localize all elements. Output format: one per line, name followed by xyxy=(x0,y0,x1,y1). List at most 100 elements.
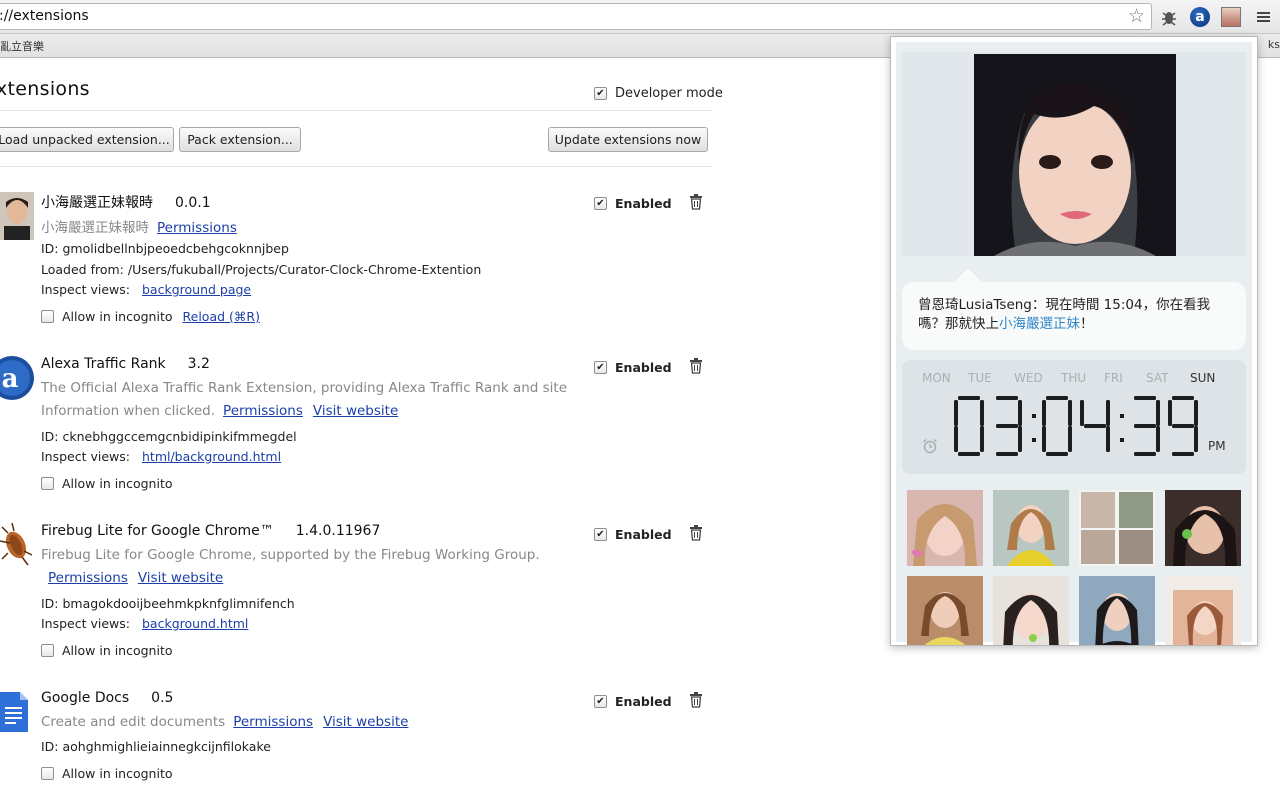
trash-icon[interactable] xyxy=(689,692,703,708)
inspect-view-link[interactable]: background page xyxy=(142,282,251,297)
extension-version: 0.0.1 xyxy=(175,195,211,211)
enabled-toggle[interactable]: ✔ Enabled xyxy=(594,527,672,542)
weekday-mon: MON xyxy=(922,371,951,385)
thumbnail-photo[interactable] xyxy=(907,576,983,645)
address-bar[interactable]: ://extensions ☆ xyxy=(0,3,1152,30)
clock-colon xyxy=(1032,414,1036,442)
svg-text:a: a xyxy=(2,364,19,394)
divider xyxy=(0,166,712,167)
clock-digit xyxy=(996,396,1022,456)
incognito-toggle[interactable]: Allow in incognito xyxy=(41,766,173,781)
incognito-checkbox[interactable] xyxy=(41,767,54,780)
extension-version: 3.2 xyxy=(187,356,210,372)
incognito-toggle[interactable]: Allow in incognito xyxy=(41,476,173,491)
browser-toolbar: ://extensions ☆ a xyxy=(0,0,1280,34)
developer-mode-toggle[interactable]: ✔ Developer mode xyxy=(594,86,723,101)
curator-clock-popup: 曾恩琦LusiaTseng：現在時間 15:04，你在看我嗎？那就快上小海嚴選正… xyxy=(890,36,1258,646)
enabled-toggle[interactable]: ✔ Enabled xyxy=(594,196,672,211)
extension-id: ID: bmagokdooijbeehmkpknfglimnifench xyxy=(41,596,295,611)
message-link[interactable]: 小海嚴選正妹 xyxy=(999,316,1080,332)
incognito-checkbox[interactable] xyxy=(41,477,54,490)
incognito-label: Allow in incognito xyxy=(62,476,173,491)
firebug-icon[interactable] xyxy=(1158,6,1180,28)
permissions-link[interactable]: Permissions xyxy=(223,403,303,419)
inspect-views: Inspect views: background page xyxy=(41,282,252,297)
bookmark-star-icon[interactable]: ☆ xyxy=(1128,6,1145,26)
enabled-checkbox[interactable]: ✔ xyxy=(594,197,607,210)
featured-photo[interactable] xyxy=(974,54,1176,256)
extension-name: Alexa Traffic Rank 3.2 xyxy=(41,356,210,372)
inspect-views: Inspect views: html/background.html xyxy=(41,449,282,464)
clock-digit xyxy=(1134,396,1160,456)
developer-mode-label: Developer mode xyxy=(615,86,723,101)
enabled-checkbox[interactable]: ✔ xyxy=(594,361,607,374)
visit-website-link[interactable]: Visit website xyxy=(138,570,223,586)
extension-links: Permissions Visit website xyxy=(48,570,223,586)
clock-colon xyxy=(1120,414,1124,442)
extension-name: Google Docs 0.5 xyxy=(41,690,174,706)
incognito-label: Allow in incognito xyxy=(62,643,173,658)
permissions-link[interactable]: Permissions xyxy=(233,714,313,730)
trash-icon[interactable] xyxy=(689,525,703,541)
other-bookmarks[interactable]: ks xyxy=(1268,38,1280,51)
thumbnail-photo[interactable] xyxy=(1165,576,1241,645)
inspect-views: Inspect views: background.html xyxy=(41,616,249,631)
clock-digit xyxy=(1168,396,1198,456)
alexa-logo-icon: a xyxy=(0,356,34,404)
enabled-label: Enabled xyxy=(615,196,672,211)
thumbnail-photo[interactable] xyxy=(993,576,1069,645)
visit-website-link[interactable]: Visit website xyxy=(323,714,408,730)
enabled-label: Enabled xyxy=(615,694,672,709)
pack-extension-button[interactable]: Pack extension... xyxy=(179,127,301,152)
load-unpacked-button[interactable]: Load unpacked extension... xyxy=(0,127,174,152)
trash-icon[interactable] xyxy=(689,358,703,374)
alexa-icon[interactable]: a xyxy=(1189,6,1211,28)
visit-website-link[interactable]: Visit website xyxy=(313,403,398,419)
enabled-toggle[interactable]: ✔ Enabled xyxy=(594,694,672,709)
thumbnail-photo[interactable] xyxy=(907,490,983,566)
trash-icon[interactable] xyxy=(689,194,703,210)
address-url[interactable]: ://extensions xyxy=(0,8,89,24)
curator-clock-icon[interactable] xyxy=(1220,6,1242,28)
weekday-sun: SUN xyxy=(1190,371,1216,385)
reload-link[interactable]: Reload (⌘R) xyxy=(183,309,260,324)
extension-id: ID: gmolidbellnbjpeoedcbehgcoknnjbep xyxy=(41,241,289,256)
thumbnail-photo[interactable] xyxy=(993,490,1069,566)
incognito-toggle[interactable]: Allow in incognito xyxy=(41,643,173,658)
extension-name: 小海嚴選正妹報時 0.0.1 xyxy=(41,195,211,211)
google-docs-icon xyxy=(0,690,34,738)
extension-description-cont: Information when clicked. Permissions Visi… xyxy=(41,403,399,419)
extension-id: ID: cknebhggccemgcnbidipinkifmmegdel xyxy=(41,429,297,444)
thumbnail-photo[interactable] xyxy=(1079,576,1155,645)
incognito-toggle[interactable]: Allow in incognito Reload (⌘R) xyxy=(41,309,260,324)
weekday-wed: WED xyxy=(1014,371,1043,385)
alarm-clock-icon[interactable] xyxy=(922,438,938,454)
permissions-link[interactable]: Permissions xyxy=(157,220,237,236)
firebug-logo-icon xyxy=(0,522,34,571)
inspect-view-link[interactable]: background.html xyxy=(142,616,248,631)
incognito-checkbox[interactable] xyxy=(41,644,54,657)
clock-digit xyxy=(1042,396,1072,456)
thumbnail-photo[interactable] xyxy=(1165,490,1241,566)
developer-mode-checkbox[interactable]: ✔ xyxy=(594,87,607,100)
popup-body: 曾恩琦LusiaTseng：現在時間 15:04，你在看我嗎？那就快上小海嚴選正… xyxy=(896,42,1252,645)
weekday-fri: FRI xyxy=(1104,371,1123,385)
thumbnail-photo[interactable] xyxy=(1079,490,1155,566)
permissions-link[interactable]: Permissions xyxy=(48,570,128,586)
enabled-checkbox[interactable]: ✔ xyxy=(594,695,607,708)
extension-version: 1.4.0.11967 xyxy=(295,523,381,539)
clock-digit xyxy=(1080,400,1110,452)
inspect-view-link[interactable]: html/background.html xyxy=(142,449,281,464)
clock-panel: MON TUE WED THU FRI SAT SUN PM xyxy=(902,360,1246,474)
clock-digit xyxy=(954,396,984,456)
enabled-checkbox[interactable]: ✔ xyxy=(594,528,607,541)
incognito-checkbox[interactable] xyxy=(41,310,54,323)
enabled-toggle[interactable]: ✔ Enabled xyxy=(594,360,672,375)
update-extensions-button[interactable]: Update extensions now xyxy=(548,127,708,152)
extension-description: Create and edit documents Permissions Visi… xyxy=(41,714,409,730)
chrome-menu-icon[interactable] xyxy=(1252,6,1274,28)
extension-description: 小海嚴選正妹報時 Permissions xyxy=(41,220,237,236)
incognito-label: Allow in incognito xyxy=(62,766,173,781)
extension-name: Firebug Lite for Google Chrome™ 1.4.0.119… xyxy=(41,523,381,539)
bookmark-item[interactable]: 亂立音樂 xyxy=(0,38,44,54)
